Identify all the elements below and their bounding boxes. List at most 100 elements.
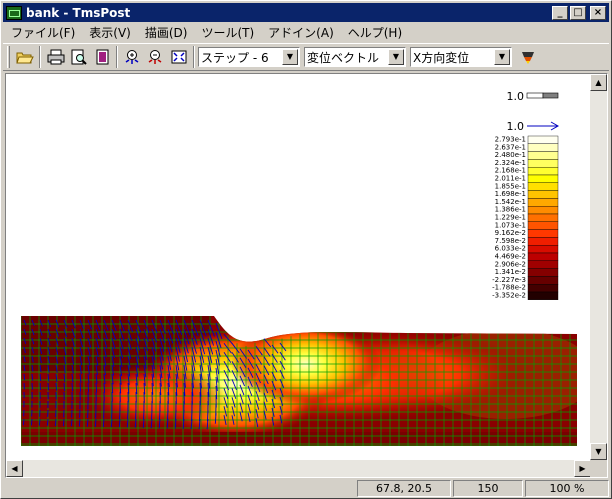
legend-swatch [527, 159, 559, 168]
vector-arrow [38, 418, 41, 426]
legend-swatch [527, 166, 559, 176]
legend-swatch [527, 268, 559, 277]
legend-swatch [527, 198, 559, 207]
legend-swatch [527, 151, 559, 160]
legend-swatch [527, 213, 559, 223]
status-bar: 67.8, 20.5 150 100 % [3, 480, 609, 498]
page-icon[interactable] [90, 46, 113, 68]
zoom-out-icon[interactable] [144, 46, 167, 68]
menu-bar: ファイル(F) 表示(V) 描画(D) ツール(T) アドイン(A) ヘルプ(H… [3, 23, 609, 42]
legend-value: 2.637e-1 [495, 143, 526, 151]
legend-swatch [527, 283, 559, 293]
legend-value: 2.906e-2 [495, 260, 526, 268]
toolbar-grip[interactable] [7, 46, 10, 68]
plot-canvas[interactable]: 1.0 1.0 2.793e-1 2.637e-1 2.480e-1 2.324e-1… [6, 74, 591, 460]
legend-swatch [527, 182, 559, 191]
close-button[interactable]: × [590, 5, 606, 20]
menu-view[interactable]: 表示(V) [81, 24, 137, 41]
legend-swatch [527, 229, 559, 238]
legend-value: 6.033e-2 [495, 245, 526, 253]
legend-value: 7.598e-2 [495, 237, 526, 245]
scroll-left-button[interactable]: ◀ [6, 460, 23, 477]
legend-value: 1.073e-1 [495, 221, 526, 229]
legend-value: 1.386e-1 [495, 206, 526, 214]
vector-arrow [70, 418, 73, 427]
scale-bar-label: 1.0 [507, 90, 525, 103]
legend-swatch [527, 276, 559, 285]
mode-select-value: 変位ベクトル [307, 50, 380, 65]
legend-swatch [527, 291, 559, 301]
legend-swatch [527, 221, 559, 230]
legend-value: -1.788e-2 [492, 284, 526, 292]
vertical-scrollbar[interactable]: ▲ ▼ [590, 74, 607, 460]
component-select[interactable]: X方向変位 ▼ [410, 47, 512, 67]
legend-value: 1.229e-1 [495, 214, 526, 222]
window-title: bank - TmsPost [26, 5, 131, 20]
app-icon[interactable] [6, 5, 22, 20]
scroll-down-button[interactable]: ▼ [590, 443, 607, 460]
vector-arrow [31, 418, 33, 426]
legend-value: 1.341e-2 [495, 268, 526, 276]
open-icon[interactable] [13, 46, 36, 68]
menu-help[interactable]: ヘルプ(H) [340, 24, 408, 41]
zoom-in-icon[interactable] [121, 46, 144, 68]
legend-value: 2.480e-1 [495, 151, 526, 159]
scroll-up-button[interactable]: ▲ [590, 74, 607, 91]
minimize-button[interactable]: _ [552, 5, 568, 20]
menu-file[interactable]: ファイル(F) [3, 24, 81, 41]
legend-swatch [527, 244, 559, 254]
title-bar[interactable]: bank - TmsPost _ □ × [3, 3, 609, 22]
status-zoom: 100 % [525, 480, 609, 497]
status-value: 150 [453, 480, 523, 497]
print-preview-icon[interactable] [67, 46, 90, 68]
status-message [3, 480, 355, 498]
scale-bar: 1.0 [507, 90, 559, 103]
vector-arrow [62, 418, 65, 427]
scroll-right-button[interactable]: ▶ [574, 460, 591, 477]
legend-swatch [527, 174, 559, 184]
legend-swatch [527, 252, 559, 262]
legend-swatch [527, 237, 559, 246]
vector-arrow [23, 418, 25, 426]
vector-arrow [46, 418, 49, 426]
mode-select[interactable]: 変位ベクトル ▼ [304, 47, 406, 67]
chevron-down-icon[interactable]: ▼ [282, 49, 298, 65]
legend-value: 1.698e-1 [495, 190, 526, 198]
legend-value: 2.793e-1 [495, 136, 526, 144]
horizontal-scrollbar[interactable]: ◀ ▶ [6, 460, 591, 477]
vector-arrow [54, 418, 57, 426]
legend-value: -3.352e-2 [492, 292, 526, 300]
color-legend: 2.793e-12.637e-12.480e-12.324e-12.168e-1… [492, 136, 559, 301]
legend-value: 2.011e-1 [495, 175, 526, 183]
toolbar: ステップ - 6 ▼ 変位ベクトル ▼ X方向変位 ▼ [3, 43, 609, 71]
component-select-value: X方向変位 [413, 50, 470, 65]
menu-addin[interactable]: アドイン(A) [260, 24, 340, 41]
legend-value: 1.855e-1 [495, 182, 526, 190]
chevron-down-icon[interactable]: ▼ [494, 49, 510, 65]
fit-icon[interactable] [167, 46, 190, 68]
status-coordinates: 67.8, 20.5 [357, 480, 451, 497]
vector-arrow [55, 382, 57, 391]
chevron-down-icon[interactable]: ▼ [388, 49, 404, 65]
palette-icon[interactable] [516, 46, 539, 68]
step-select-value: ステップ - 6 [201, 50, 269, 65]
scrollbar-corner [590, 460, 607, 477]
step-select[interactable]: ステップ - 6 ▼ [198, 47, 300, 67]
vector-scale: 1.0 [507, 120, 560, 133]
displacement-contour [21, 316, 577, 446]
app-window: bank - TmsPost _ □ × ファイル(F) 表示(V) 描画(D)… [0, 0, 612, 499]
vector-scale-label: 1.0 [507, 120, 525, 133]
legend-value: 2.168e-1 [495, 167, 526, 175]
legend-value: 1.542e-1 [495, 198, 526, 206]
vector-arrow [47, 382, 49, 391]
print-icon[interactable] [44, 46, 67, 68]
legend-value: 2.324e-1 [495, 159, 526, 167]
maximize-button[interactable]: □ [570, 5, 586, 20]
legend-value: 4.469e-2 [495, 253, 526, 261]
legend-swatch [527, 205, 559, 215]
legend-value: 9.162e-2 [495, 229, 526, 237]
menu-tools[interactable]: ツール(T) [193, 24, 260, 41]
menu-draw[interactable]: 描画(D) [137, 24, 194, 41]
legend-swatch [527, 260, 559, 269]
legend-swatch [527, 143, 559, 152]
